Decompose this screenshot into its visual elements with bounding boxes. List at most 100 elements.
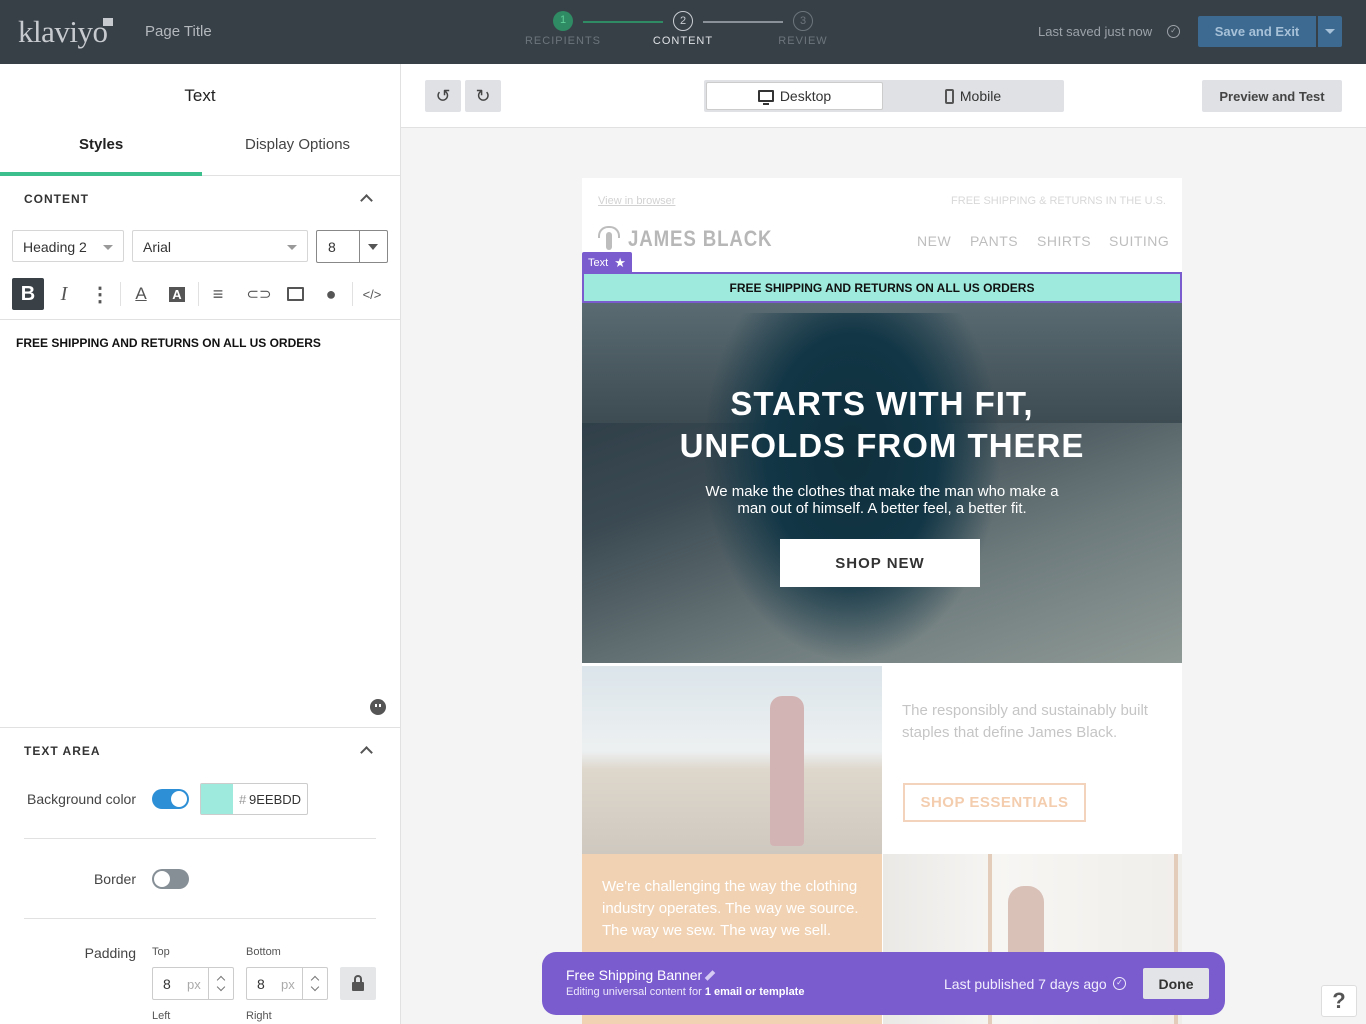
shop-essentials-button[interactable]: SHOP ESSENTIALS: [903, 783, 1086, 822]
progress-steps: 1 RECIPIENTS 2 CONTENT 3 REVIEW: [520, 11, 840, 56]
active-tab-indicator: [0, 172, 202, 176]
step-recipients[interactable]: 1 RECIPIENTS: [518, 11, 608, 47]
divider: [208, 968, 209, 999]
step-label: REVIEW: [778, 35, 828, 47]
hex-color-input[interactable]: 9EEBDD: [249, 792, 301, 807]
step-number: 2: [673, 11, 693, 31]
chevron-down-icon[interactable]: [368, 244, 378, 250]
text-area-section-heading: TEXT AREA: [24, 744, 101, 758]
properties-panel: Text Styles Display Options CONTENT Head…: [0, 64, 401, 1024]
padding-top-stepper[interactable]: 8 px: [152, 967, 234, 1000]
chevron-up-icon[interactable]: [360, 194, 373, 207]
canvas-toolbar: ↺ ↻ Desktop Mobile Preview and Test: [401, 64, 1366, 128]
text-color-icon[interactable]: A: [125, 278, 157, 310]
toolbar-divider: [198, 282, 199, 306]
text-style-value: Heading 2: [23, 239, 87, 255]
padding-label: Padding: [84, 945, 136, 961]
stepper-value[interactable]: 8: [163, 976, 171, 992]
stepper-value[interactable]: 8: [257, 976, 265, 992]
phone-icon: [944, 88, 954, 104]
text-style-select[interactable]: Heading 2: [12, 230, 124, 262]
mobile-label: Mobile: [959, 88, 1002, 104]
step-number: 3: [793, 11, 813, 31]
email-nav-shirts[interactable]: SHIRTS: [1037, 233, 1091, 249]
shop-new-button[interactable]: SHOP NEW: [780, 539, 980, 587]
emoji-icon[interactable]: [370, 699, 386, 715]
help-button[interactable]: ?: [1321, 985, 1357, 1017]
hero-heading[interactable]: STARTS WITH FIT, UNFOLDS FROM THERE: [582, 383, 1182, 467]
rich-text-editor[interactable]: FREE SHIPPING AND RETURNS ON ALL US ORDE…: [16, 336, 321, 350]
tab-styles[interactable]: Styles: [79, 136, 123, 153]
essentials-text[interactable]: The responsibly and sustainably built st…: [902, 700, 1152, 744]
last-published-status: Last published 7 days ago: [944, 976, 1107, 992]
email-preview: View in browser FREE SHIPPING & RETURNS …: [582, 178, 1182, 1024]
deer-antler-icon: [598, 226, 620, 252]
personalization-icon[interactable]: ●: [315, 278, 347, 310]
padding-bottom-stepper[interactable]: 8 px: [246, 967, 328, 1000]
chevron-up-icon[interactable]: [360, 746, 373, 759]
mission-text: We're challenging the way the clothing i…: [602, 878, 859, 939]
klaviyo-logo[interactable]: klaviyo: [18, 14, 108, 50]
done-button[interactable]: Done: [1143, 968, 1209, 999]
tab-display-options[interactable]: Display Options: [245, 136, 350, 153]
hash-symbol: #: [239, 792, 247, 807]
background-color-picker[interactable]: # 9EEBDD: [200, 783, 308, 815]
preheader-text[interactable]: FREE SHIPPING & RETURNS IN THE U.S.: [951, 195, 1166, 207]
check-circle-icon: ✓: [1167, 25, 1180, 38]
hero-subtext[interactable]: We make the clothes that make the man wh…: [692, 483, 1072, 517]
align-left-icon[interactable]: ≡: [202, 278, 234, 310]
step-content[interactable]: 2 CONTENT: [638, 11, 728, 47]
step-label: CONTENT: [652, 35, 714, 47]
font-family-select[interactable]: Arial: [132, 230, 308, 262]
email-nav-pants[interactable]: PANTS: [970, 233, 1018, 249]
source-code-icon[interactable]: </>: [356, 278, 388, 310]
pencil-icon[interactable]: [704, 970, 716, 981]
italic-icon[interactable]: I: [48, 278, 80, 310]
more-options-icon[interactable]: ⋮: [84, 278, 116, 310]
banner-title: Free Shipping Banner: [566, 967, 703, 983]
star-icon: ★: [614, 254, 626, 270]
save-options-dropdown[interactable]: [1318, 16, 1342, 47]
email-nav-new[interactable]: NEW: [917, 233, 951, 249]
selected-block-tag[interactable]: Text ★: [582, 252, 632, 273]
view-in-browser-link[interactable]: View in browser: [598, 195, 675, 207]
device-toggle: Desktop Mobile: [704, 80, 1064, 112]
undo-icon[interactable]: ↺: [425, 80, 461, 112]
color-swatch[interactable]: [201, 784, 233, 814]
redo-icon[interactable]: ↻: [465, 80, 501, 112]
beach-photo[interactable]: [582, 666, 882, 854]
font-size-select[interactable]: 8: [316, 230, 388, 263]
bold-icon[interactable]: B: [12, 278, 44, 310]
monitor-icon: [757, 90, 774, 105]
chevron-down-icon[interactable]: [216, 982, 226, 992]
save-and-exit-button[interactable]: Save and Exit: [1198, 16, 1316, 47]
content-section-heading: CONTENT: [24, 192, 89, 206]
padding-lock-button[interactable]: [340, 967, 376, 1000]
top-bar: klaviyo Page Title 1 RECIPIENTS 2 CONTEN…: [0, 0, 1366, 64]
universal-content-banner: Free Shipping Banner Editing universal c…: [542, 952, 1225, 1015]
brand-name: JAMES BLACK: [628, 226, 773, 251]
mobile-view-button[interactable]: Mobile: [884, 82, 1062, 110]
desktop-view-button[interactable]: Desktop: [706, 82, 883, 110]
step-review[interactable]: 3 REVIEW: [758, 11, 848, 47]
lock-icon-body: [352, 982, 364, 991]
highlight-color-icon[interactable]: A: [161, 278, 193, 310]
toolbar-divider: [352, 282, 353, 306]
background-color-toggle[interactable]: [152, 789, 189, 809]
padding-bottom-label: Bottom: [246, 946, 281, 958]
selected-text-block[interactable]: FREE SHIPPING AND RETURNS ON ALL US ORDE…: [582, 272, 1182, 303]
hero-section[interactable]: STARTS WITH FIT, UNFOLDS FROM THERE We m…: [582, 303, 1182, 663]
page-title[interactable]: Page Title: [145, 23, 212, 40]
desktop-label: Desktop: [779, 88, 832, 104]
step-label: RECIPIENTS: [524, 35, 601, 47]
link-icon[interactable]: ⊂⊃: [243, 278, 275, 310]
stepper-unit: px: [281, 977, 295, 992]
email-nav-suiting[interactable]: SUITING: [1109, 233, 1169, 249]
insert-image-icon[interactable]: [279, 278, 311, 310]
logo-flag-icon: [103, 18, 113, 26]
preview-and-test-button[interactable]: Preview and Test: [1202, 80, 1342, 112]
chevron-down-icon[interactable]: [310, 982, 320, 992]
border-toggle[interactable]: [152, 869, 189, 889]
brand-logo[interactable]: JAMES BLACK: [598, 226, 798, 252]
step-number: 1: [553, 11, 573, 31]
